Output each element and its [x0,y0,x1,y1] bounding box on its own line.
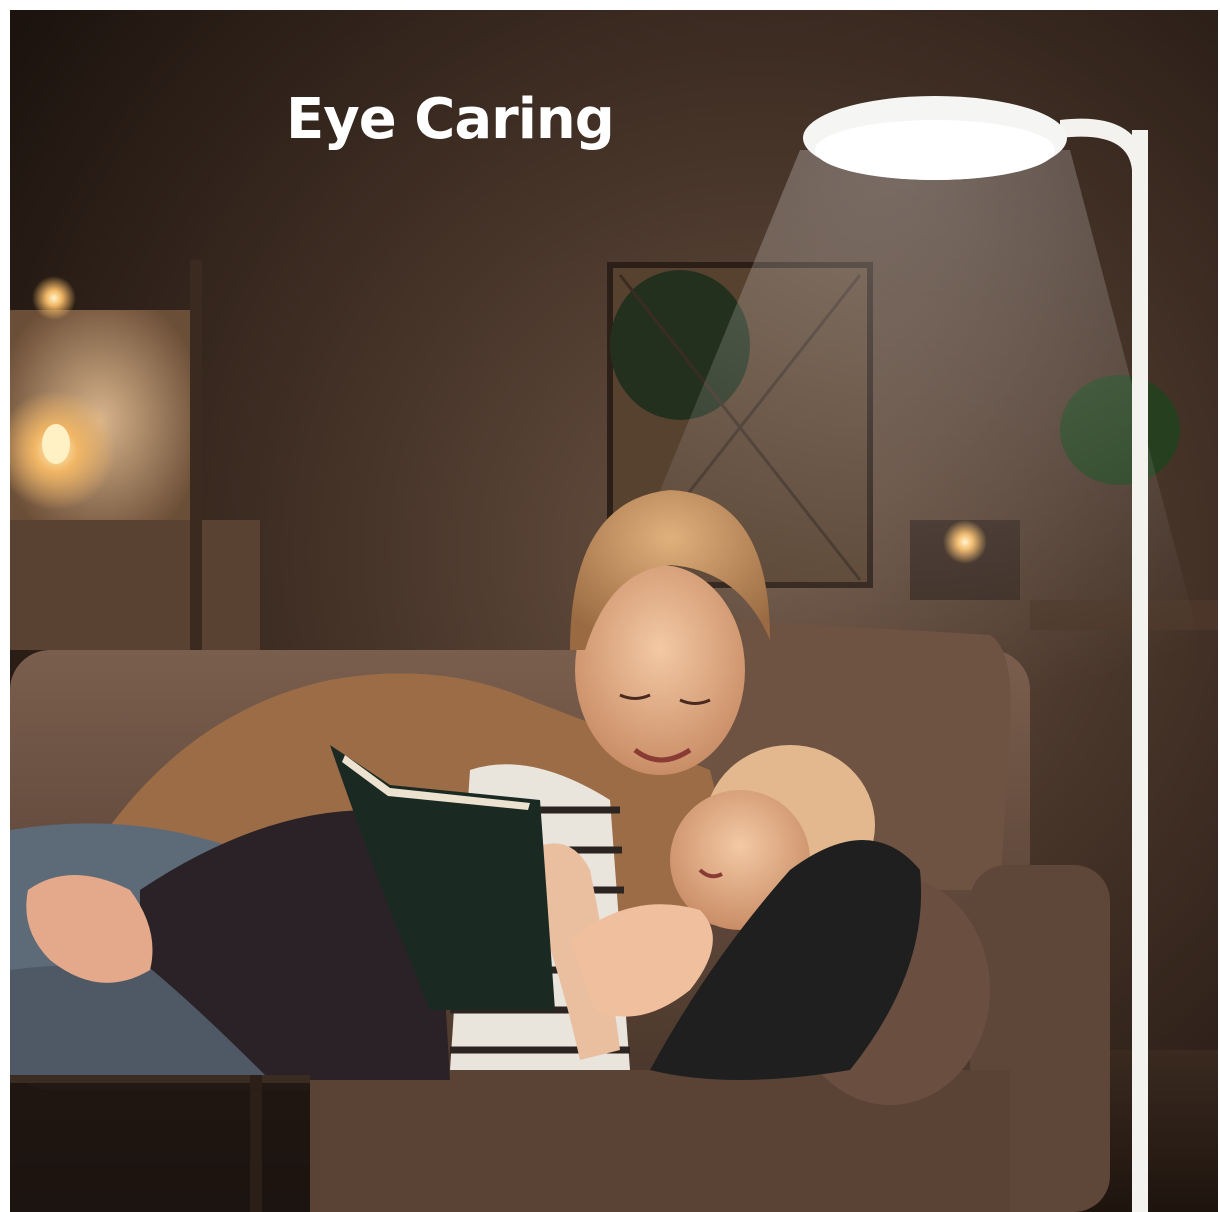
coffee-table [10,1075,310,1212]
floor-lamp-pole [1132,130,1148,1212]
table-lamp-bulb [42,424,70,464]
left-shelf [10,520,260,650]
headline: Eye Caring [286,87,615,152]
hero-image-frame: Eye Caring [10,10,1218,1212]
room-scene-illustration [10,10,1218,1212]
